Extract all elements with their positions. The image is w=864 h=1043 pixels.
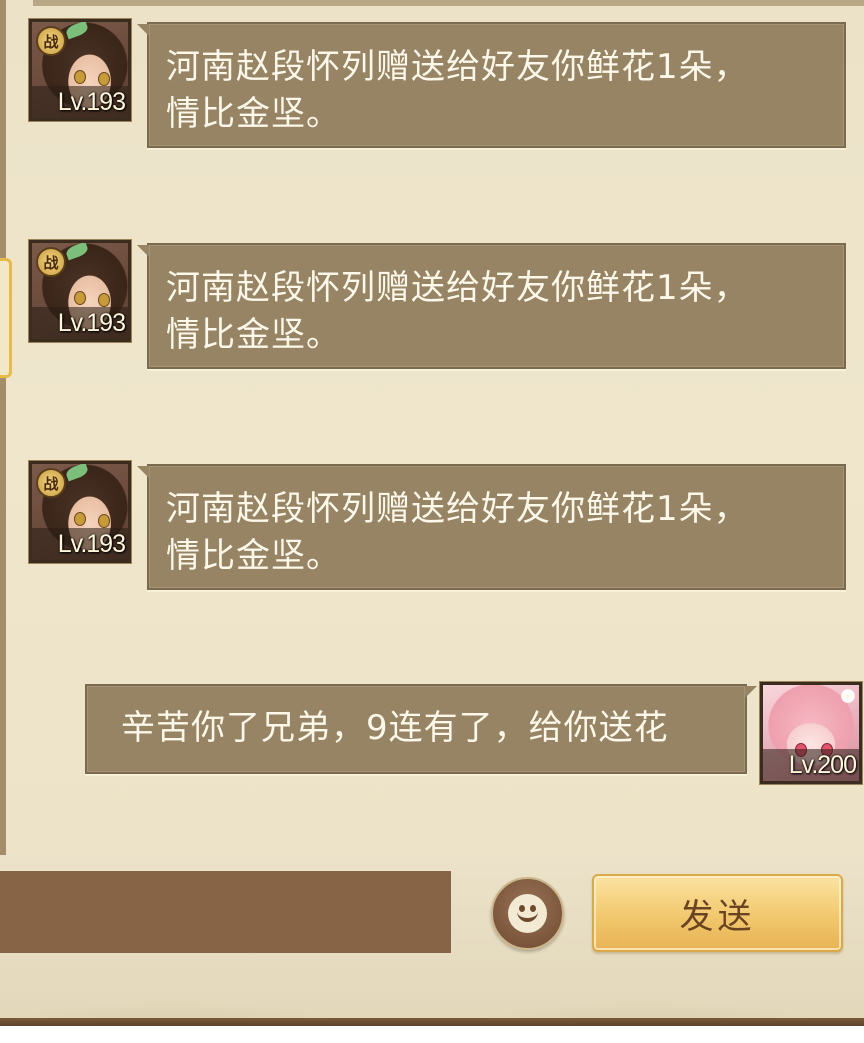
avatar-eye (74, 70, 86, 84)
message-text-line: 河南赵段怀列赠送给好友你鲜花1朵， (166, 268, 749, 308)
side-tab-highlight[interactable] (0, 258, 12, 378)
message-bubble: 河南赵段怀列赠送给好友你鲜花1朵， 情比金坚。 (137, 464, 846, 590)
avatar-eye (98, 514, 110, 528)
bottom-blank-area (0, 1026, 864, 1043)
friend-avatar[interactable]: 战 Lv.193 (29, 240, 131, 342)
avatar-level: Lv.193 (57, 530, 126, 558)
top-divider (33, 0, 864, 6)
smiley-face-icon (508, 894, 547, 933)
emoji-button[interactable] (491, 877, 564, 950)
message-text-line: 情比金坚。 (166, 315, 341, 355)
chat-message-list[interactable]: 战 Lv.193 河南赵段怀列赠送给好友你鲜花1朵， 情比金坚。 战 Lv.19… (0, 0, 864, 855)
chat-input-field[interactable] (0, 871, 451, 953)
leaf-icon (64, 243, 90, 261)
avatar-eye (98, 293, 110, 307)
leaf-icon (64, 22, 90, 40)
send-button[interactable]: 发送 (592, 874, 843, 952)
bottom-frame-border (0, 1018, 864, 1026)
friend-avatar[interactable]: 战 Lv.193 (29, 461, 131, 563)
battle-badge-icon: 战 (36, 247, 66, 277)
leaf-icon (64, 464, 90, 482)
message-bubble: 河南赵段怀列赠送给好友你鲜花1朵， 情比金坚。 (137, 243, 846, 369)
own-avatar[interactable]: Lv.200 (760, 682, 862, 784)
message-text-line: 情比金坚。 (166, 94, 341, 134)
avatar-eye (98, 72, 110, 86)
avatar-eye (74, 512, 86, 526)
message-text-line: 河南赵段怀列赠送给好友你鲜花1朵， (166, 489, 749, 529)
battle-badge-icon: 战 (36, 468, 66, 498)
message-text: 辛苦你了兄弟，9连有了，给你送花 (121, 708, 669, 748)
message-text-line: 河南赵段怀列赠送给好友你鲜花1朵， (166, 47, 749, 87)
message-text-line: 情比金坚。 (166, 536, 341, 576)
left-panel-edge (0, 0, 6, 855)
own-message-bubble: 辛苦你了兄弟，9连有了，给你送花 (85, 684, 757, 774)
friend-avatar[interactable]: 战 Lv.193 (29, 19, 131, 121)
battle-badge-icon: 战 (36, 26, 66, 56)
avatar-level: Lv.193 (57, 309, 126, 337)
message-bubble: 河南赵段怀列赠送给好友你鲜花1朵， 情比金坚。 (137, 22, 846, 148)
flower-hairpin-icon (841, 689, 855, 703)
avatar-level: Lv.200 (788, 751, 857, 779)
avatar-eye (74, 291, 86, 305)
avatar-level: Lv.193 (57, 88, 126, 116)
